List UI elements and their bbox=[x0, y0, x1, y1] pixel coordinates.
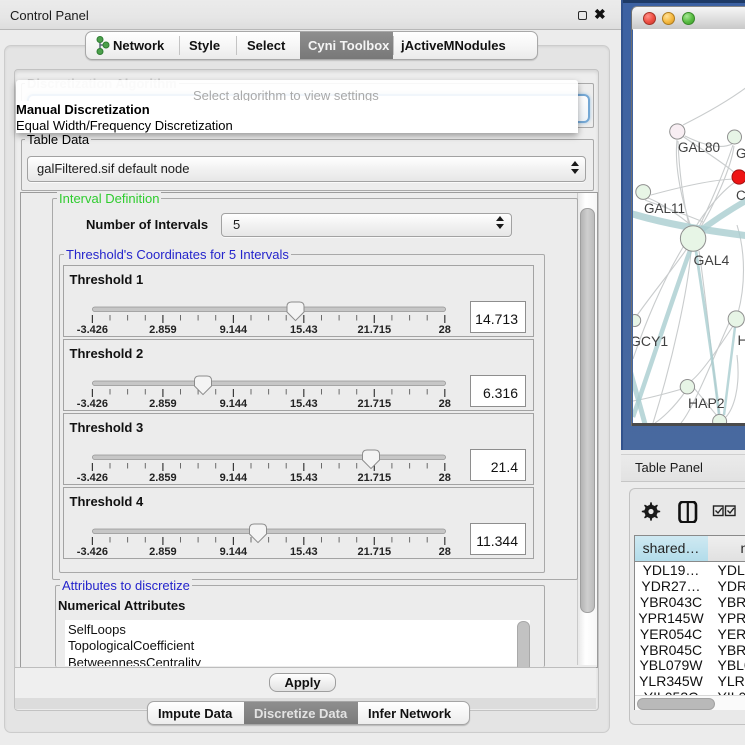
svg-text:-3.426: -3.426 bbox=[76, 472, 107, 484]
svg-text:GAL11: GAL11 bbox=[644, 201, 685, 216]
svg-text:-3.426: -3.426 bbox=[76, 324, 107, 336]
svg-text:28: 28 bbox=[438, 472, 450, 484]
svg-text:15.43: 15.43 bbox=[290, 324, 318, 336]
svg-text:2.859: 2.859 bbox=[149, 324, 177, 336]
svg-text:2.859: 2.859 bbox=[149, 546, 177, 558]
svg-text:21.715: 21.715 bbox=[357, 546, 391, 558]
svg-text:H: H bbox=[737, 332, 745, 348]
svg-text:9.144: 9.144 bbox=[219, 546, 247, 558]
svg-text:9.144: 9.144 bbox=[219, 472, 247, 484]
svg-text:28: 28 bbox=[438, 546, 450, 558]
svg-text:9.144: 9.144 bbox=[219, 324, 247, 336]
svg-text:GAL80: GAL80 bbox=[678, 140, 720, 155]
svg-text:21.715: 21.715 bbox=[357, 398, 391, 410]
svg-text:21.715: 21.715 bbox=[357, 472, 391, 484]
svg-text:15.43: 15.43 bbox=[290, 398, 318, 410]
svg-text:GAL4: GAL4 bbox=[693, 252, 729, 268]
svg-text:G.: G. bbox=[736, 146, 745, 161]
svg-text:2.859: 2.859 bbox=[149, 472, 177, 484]
svg-text:C: C bbox=[736, 188, 745, 203]
svg-text:15.43: 15.43 bbox=[290, 546, 318, 558]
svg-text:GCY1: GCY1 bbox=[633, 333, 668, 349]
svg-text:28: 28 bbox=[438, 398, 450, 410]
svg-text:HAP2: HAP2 bbox=[688, 395, 725, 411]
svg-text:2.859: 2.859 bbox=[149, 398, 177, 410]
svg-text:15.43: 15.43 bbox=[290, 472, 318, 484]
svg-text:-3.426: -3.426 bbox=[76, 398, 107, 410]
svg-text:21.715: 21.715 bbox=[357, 324, 391, 336]
svg-text:28: 28 bbox=[438, 324, 450, 336]
svg-text:-3.426: -3.426 bbox=[76, 546, 107, 558]
svg-text:9.144: 9.144 bbox=[219, 398, 247, 410]
